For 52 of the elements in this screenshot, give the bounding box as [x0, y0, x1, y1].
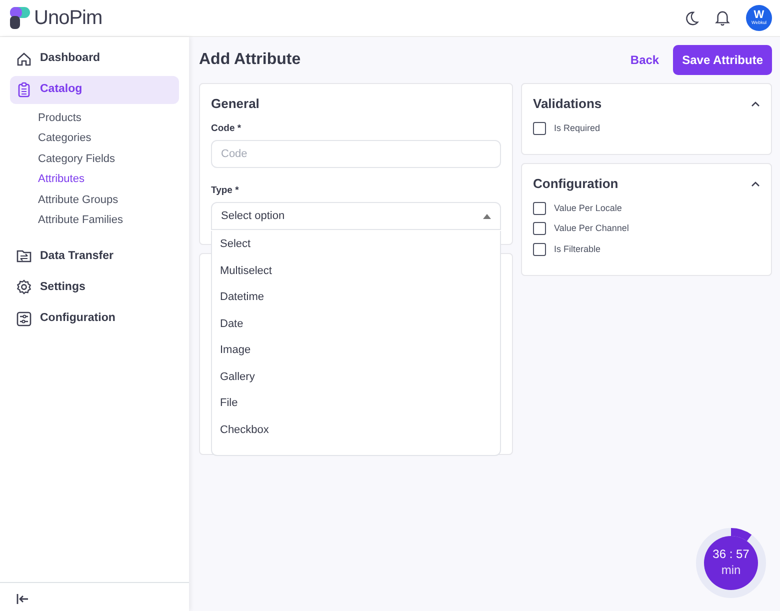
checkbox-label: Is Filterable — [554, 242, 601, 256]
timer-unit: min — [720, 562, 742, 578]
sidebar-subitem[interactable]: Attributes — [0, 169, 189, 190]
dropdown-option[interactable]: Datetime — [212, 284, 500, 310]
collapse-icon[interactable] — [16, 592, 29, 605]
sidebar-item[interactable]: Settings — [10, 274, 179, 301]
folder-icon — [16, 248, 32, 264]
sidebar-subitem[interactable]: Categories — [0, 128, 189, 148]
sidebar-subitem[interactable]: Attribute Families — [0, 210, 189, 230]
type-select[interactable]: Select option — [211, 202, 501, 230]
sidebar-subitem[interactable]: Products — [0, 108, 189, 128]
checkbox-label: Is Required — [554, 122, 600, 135]
logo-icon — [10, 7, 30, 29]
checkbox[interactable] — [533, 202, 546, 215]
dropdown-option[interactable]: Image — [212, 337, 500, 364]
checkbox[interactable] — [533, 242, 546, 256]
dropdown-option[interactable]: Gallery — [212, 364, 500, 390]
settings-icon — [16, 279, 32, 296]
checkbox-label: Value Per Channel — [554, 222, 629, 235]
sidebar-item[interactable]: Dashboard — [10, 45, 179, 72]
sidebar-item[interactable]: Data Transfer — [10, 242, 179, 270]
bell-icon[interactable] — [715, 10, 730, 26]
checkbox[interactable] — [533, 222, 546, 236]
dropdown-option[interactable]: File — [212, 390, 500, 416]
sidebar-subitem[interactable]: Category Fields — [0, 148, 189, 169]
sidebar-subitem[interactable]: Attribute Groups — [0, 190, 189, 210]
dropdown-option[interactable]: Date — [212, 310, 500, 337]
timer-time: 36 : 57 — [712, 546, 750, 562]
page-title: Add Attribute — [199, 50, 301, 70]
save-button[interactable]: Save Attribute — [673, 45, 772, 75]
sidebar-item[interactable]: Configuration — [10, 305, 179, 332]
checkbox-label: Value Per Locale — [554, 202, 622, 214]
moon-icon[interactable] — [684, 10, 699, 26]
card-title: Validations — [533, 95, 602, 113]
chevron-icon[interactable] — [751, 100, 760, 107]
dropdown-option[interactable]: Multiselect — [212, 258, 500, 284]
home-icon — [16, 50, 32, 67]
field-label: Type * — [211, 184, 240, 198]
sliders-icon — [16, 310, 32, 327]
back-button[interactable]: Back — [624, 45, 666, 75]
field-label: Code * — [211, 122, 242, 136]
card-title: Configuration — [533, 175, 618, 193]
clipboard-icon — [16, 82, 32, 98]
dropdown-option[interactable]: Checkbox — [212, 416, 500, 443]
card-title: General — [211, 95, 260, 113]
logo-text: UnoPim — [34, 6, 102, 31]
code-input[interactable]: Code — [211, 140, 501, 168]
caret-icon — [483, 214, 491, 218]
checkbox[interactable] — [533, 122, 546, 135]
dropdown-option[interactable]: Select — [212, 231, 500, 258]
sidebar-item[interactable]: Catalog — [10, 76, 179, 104]
chevron-icon[interactable] — [751, 180, 760, 187]
